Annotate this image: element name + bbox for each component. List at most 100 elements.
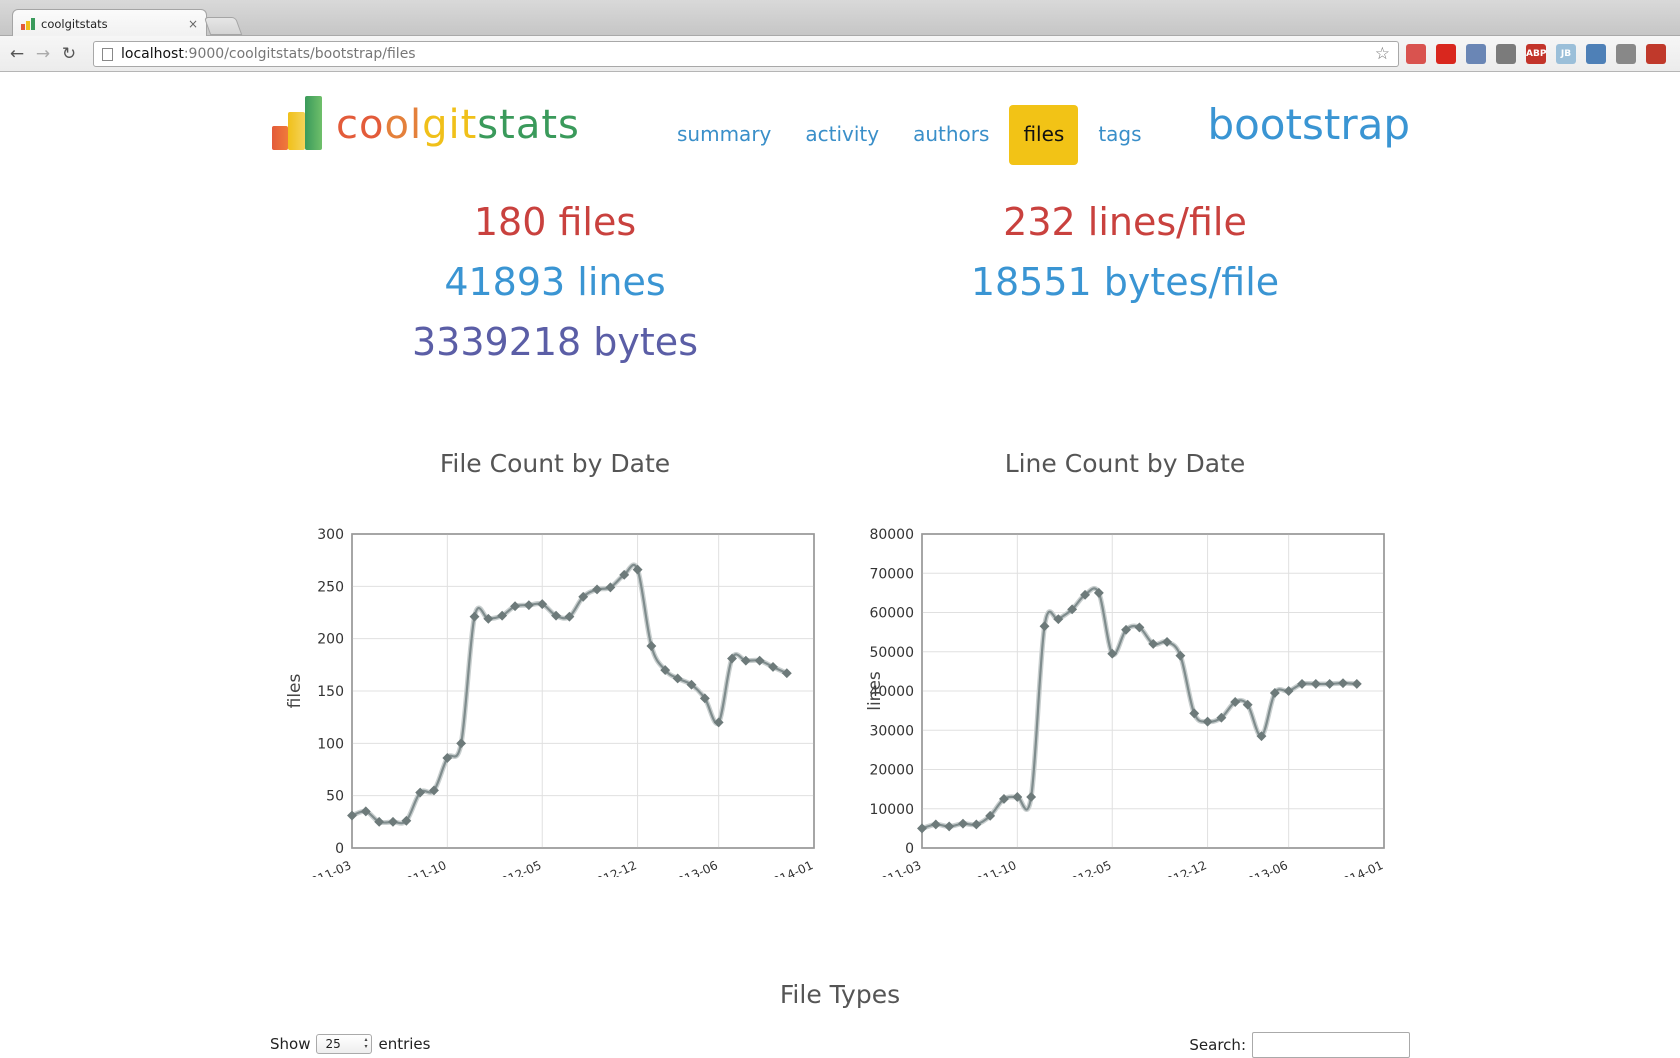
lines-per-file-stat: 232 lines/file (1003, 200, 1247, 244)
adblock-icon[interactable]: ABP (1526, 44, 1546, 64)
y-tick-label: 50000 (869, 645, 914, 661)
logo[interactable]: coolgitstats (270, 92, 580, 158)
file-count-stat: 180 files (473, 200, 637, 244)
datatable-controls: Show 25 entries Search: (270, 1020, 1410, 1058)
chart-title: Line Count by Date (1005, 449, 1246, 478)
bookmark-star-icon[interactable]: ☆ (1375, 44, 1390, 64)
y-tick-label: 20000 (869, 763, 914, 779)
stats-left-column: 180 files 41893 lines 3339218 bytes (270, 192, 840, 372)
screen-extension-icon[interactable] (1466, 44, 1486, 64)
y-tick-label: 0 (905, 841, 914, 857)
project-name: bootstrap (1207, 100, 1410, 149)
page-icon (102, 47, 113, 61)
x-tick-label: 2013-06 (669, 858, 720, 877)
tab-close-icon[interactable]: × (188, 17, 198, 31)
browser-tab-bar: coolgitstats × (0, 0, 1680, 37)
entries-label: entries (378, 1035, 431, 1053)
url-path: :9000/coolgitstats/bootstrap/files (183, 46, 416, 62)
back-button[interactable]: ← (6, 43, 28, 65)
logo-letter: g (422, 102, 449, 148)
y-tick-label: 30000 (869, 723, 914, 739)
y-tick-label: 50 (326, 789, 344, 805)
y-tick-label: 10000 (869, 802, 914, 818)
forward-button[interactable]: → (32, 43, 54, 65)
x-tick-label: 2014-01 (764, 858, 815, 877)
x-tick-label: 2012-05 (492, 858, 543, 877)
stop-extension-icon[interactable] (1436, 44, 1456, 64)
line-count-chart-svg: Line Count by Date0100002000030000400005… (865, 449, 1385, 877)
bookmark-extension-icon[interactable] (1406, 44, 1426, 64)
browser-toolbar: ← → ↻ localhost:9000/coolgitstats/bootst… (0, 36, 1680, 72)
y-tick-label: 250 (317, 579, 344, 595)
y-tick-label: 60000 (869, 606, 914, 622)
logo-letter: i (448, 102, 461, 148)
x-tick-label: 2014-01 (1334, 858, 1385, 877)
table-search: Search: (1189, 1032, 1410, 1058)
y-tick-label: 300 (317, 527, 344, 543)
jb-extension-icon[interactable]: JB (1556, 44, 1576, 64)
logo-letter: c (336, 102, 359, 148)
file-types-title: File Types (779, 980, 901, 1009)
logo-bars-icon (270, 96, 328, 154)
logo-letter: t (541, 102, 559, 148)
charts-area: File Count by Date 0 50 100 150 200 250 300 2011… (270, 427, 1410, 877)
nav-authors[interactable]: authors (899, 105, 1003, 165)
nav-tags[interactable]: tags (1084, 105, 1155, 165)
nav-activity[interactable]: activity (791, 105, 893, 165)
nav-files[interactable]: files (1009, 105, 1079, 165)
coolgitstats-favicon-icon (21, 17, 35, 30)
logo-letter: o (384, 102, 410, 148)
page-content: coolgitstats summary activity authors files… (0, 72, 1680, 1050)
reload-button[interactable]: ↻ (58, 43, 80, 65)
x-tick-label: 2013-06 (1239, 858, 1290, 877)
logo-letter: s (477, 102, 500, 148)
show-label: Show (270, 1035, 311, 1053)
y-tick-label: 70000 (869, 566, 914, 582)
show-entries: Show 25 entries (270, 1034, 430, 1054)
entries-per-page-select[interactable]: 25 (316, 1034, 373, 1054)
cast-icon[interactable] (1496, 44, 1516, 64)
x-tick-label: 2012-05 (1062, 858, 1113, 877)
main-nav: summary activity authors files tags (663, 105, 1162, 165)
y-tick-label: 150 (317, 684, 344, 700)
browser-tab[interactable]: coolgitstats × (12, 9, 207, 37)
logo-letter: t (499, 102, 516, 148)
search-input[interactable] (1252, 1032, 1410, 1058)
x-tick-label: 2011-10 (967, 858, 1018, 877)
byte-count-stat: 3339218 bytes (411, 320, 698, 364)
logo-letter: t (460, 102, 478, 148)
y-tick-label: 200 (317, 632, 344, 648)
logo-letter: s (558, 102, 580, 148)
menu-icon[interactable] (1646, 44, 1666, 64)
address-bar[interactable]: localhost:9000/coolgitstats/bootstrap/fi… (93, 41, 1399, 67)
y-tick-label: 100 (317, 736, 344, 752)
bytes-per-file-stat: 18551 bytes/file (970, 260, 1280, 304)
x-tick-label: 2011-10 (397, 858, 448, 877)
logo-letter: a (515, 102, 542, 148)
x-tick-label: 2011-03 (872, 858, 923, 877)
speaker-extension-icon[interactable] (1616, 44, 1636, 64)
line-count-chart: Line Count by Date 0 10000 20000 30000 40000 5… (840, 427, 1410, 877)
search-label: Search: (1189, 1036, 1246, 1054)
x-tick-label: 2012-12 (1157, 858, 1208, 877)
eyedropper-extension-icon[interactable] (1586, 44, 1606, 64)
stats-right-column: 232 lines/file 18551 bytes/file (840, 192, 1410, 312)
extension-icons: ABP JB (1406, 44, 1666, 64)
y-axis-label: files (285, 673, 305, 708)
y-tick-label: 0 (335, 841, 344, 857)
url-host: localhost (121, 46, 184, 62)
file-count-chart: File Count by Date 0 50 100 150 200 250 300 2011… (270, 427, 840, 877)
line-count-stat: 41893 lines (444, 260, 666, 304)
new-tab-button[interactable] (203, 17, 243, 35)
site-header: coolgitstats summary activity authors files… (270, 92, 1410, 165)
y-axis-label: lines (865, 671, 885, 711)
tab-title: coolgitstats (41, 16, 108, 31)
x-tick-label: 2011-03 (302, 858, 353, 877)
logo-letter: l (409, 102, 423, 148)
y-tick-label: 80000 (869, 527, 914, 543)
x-tick-label: 2012-12 (587, 858, 638, 877)
stats-summary: 180 files 41893 lines 3339218 bytes 232 … (270, 192, 1410, 392)
logo-letter: o (359, 102, 385, 148)
nav-summary[interactable]: summary (663, 105, 785, 165)
logo-text: coolgitstats (336, 102, 580, 148)
